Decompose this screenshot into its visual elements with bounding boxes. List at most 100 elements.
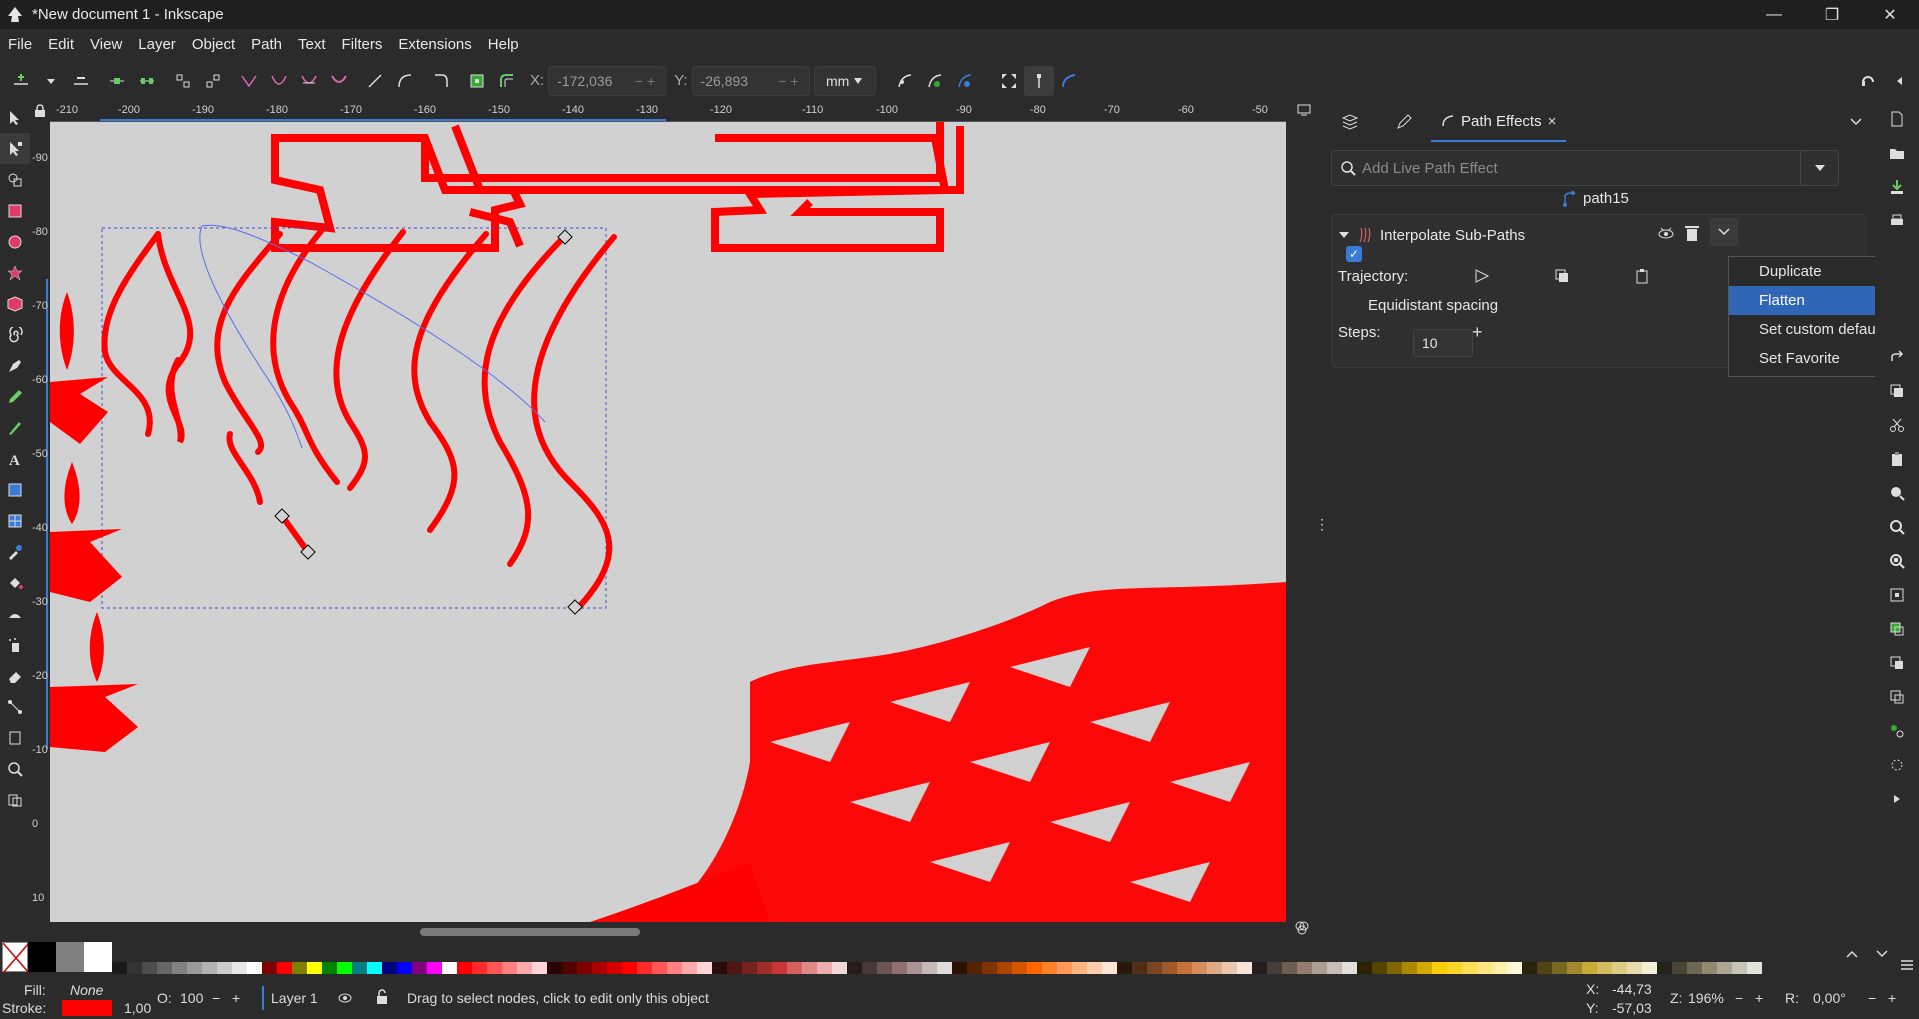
menu-path[interactable]: Path — [243, 36, 290, 53]
color-swatch[interactable] — [322, 962, 337, 974]
menu-file[interactable]: File — [0, 36, 40, 53]
color-swatch[interactable] — [922, 962, 937, 974]
color-swatch[interactable] — [787, 962, 802, 974]
color-swatch[interactable] — [1072, 962, 1087, 974]
ungroup-icon[interactable] — [1875, 748, 1919, 782]
color-swatch[interactable] — [502, 962, 517, 974]
color-swatch[interactable] — [157, 962, 172, 974]
color-swatch[interactable] — [1162, 962, 1177, 974]
color-swatch[interactable] — [262, 962, 277, 974]
color-swatch[interactable] — [187, 962, 202, 974]
paste-path-icon[interactable] — [1634, 268, 1650, 289]
color-swatch[interactable] — [127, 962, 142, 974]
color-swatch[interactable] — [1492, 962, 1507, 974]
menu-help[interactable]: Help — [480, 36, 527, 53]
clone-icon[interactable] — [1875, 646, 1919, 680]
pen-tool-icon[interactable] — [0, 350, 30, 381]
zoom-tool-icon[interactable] — [0, 753, 30, 784]
pencil-tool-icon[interactable] — [0, 381, 30, 412]
steps-input[interactable]: 10 — [1413, 329, 1473, 357]
color-swatch[interactable] — [307, 962, 322, 974]
color-swatch[interactable] — [1477, 962, 1492, 974]
zoom-selection-icon[interactable] — [1875, 476, 1919, 510]
effect-options-chevron-icon[interactable] — [1710, 218, 1738, 246]
color-swatch[interactable] — [1147, 962, 1162, 974]
unit-select[interactable]: mm — [813, 65, 876, 96]
opacity-increment-button[interactable]: + — [232, 990, 240, 1006]
curve-segment-icon[interactable] — [390, 66, 420, 96]
rotation-input[interactable]: 0,00° — [1813, 990, 1846, 1006]
close-button[interactable]: ✕ — [1861, 0, 1919, 29]
stroke-to-path-icon[interactable] — [462, 66, 492, 96]
color-swatch[interactable] — [1687, 962, 1702, 974]
color-swatch[interactable] — [982, 962, 997, 974]
swatch-white[interactable] — [84, 942, 112, 972]
color-swatch[interactable] — [742, 962, 757, 974]
color-swatch[interactable] — [1597, 962, 1612, 974]
color-swatch[interactable] — [457, 962, 472, 974]
auto-smooth-node-icon[interactable] — [324, 66, 354, 96]
object-to-path-icon[interactable] — [426, 66, 456, 96]
color-swatch[interactable] — [1657, 962, 1672, 974]
cusp-node-icon[interactable] — [234, 66, 264, 96]
ellipse-tool-icon[interactable] — [0, 226, 30, 257]
opacity-decrement-button[interactable]: − — [212, 990, 220, 1006]
symmetric-node-icon[interactable] — [294, 66, 324, 96]
color-swatch[interactable] — [337, 962, 352, 974]
no-paint-swatch[interactable] — [2, 942, 30, 974]
path-offset-icon[interactable] — [492, 66, 522, 96]
zoom-center-icon[interactable] — [1875, 578, 1919, 612]
drawing-artwork[interactable] — [50, 122, 1286, 922]
edit-clip-path-icon[interactable] — [920, 66, 950, 96]
edit-on-canvas-icon[interactable] — [1474, 268, 1490, 289]
rotation-decrement-button[interactable]: − — [1868, 990, 1876, 1006]
lock-guides-icon[interactable] — [34, 104, 46, 120]
color-swatch[interactable] — [937, 962, 952, 974]
color-swatch[interactable] — [112, 962, 127, 974]
menu-text[interactable]: Text — [290, 36, 334, 53]
expand-collapse-icon[interactable] — [1338, 229, 1350, 241]
color-swatch[interactable] — [577, 962, 592, 974]
group-icon[interactable] — [1875, 714, 1919, 748]
color-swatch[interactable] — [622, 962, 637, 974]
effect-list-dropdown-icon[interactable] — [1800, 151, 1838, 185]
color-swatch[interactable] — [1702, 962, 1717, 974]
color-swatch[interactable] — [1642, 962, 1657, 974]
menu-object[interactable]: Object — [184, 36, 243, 53]
pages-tool-icon[interactable] — [0, 722, 30, 753]
join-segment-icon[interactable] — [168, 66, 198, 96]
color-swatch[interactable] — [1297, 962, 1312, 974]
color-swatch[interactable] — [1117, 962, 1132, 974]
snap-toggle-icon[interactable] — [1853, 66, 1883, 96]
color-swatch[interactable] — [1282, 962, 1297, 974]
color-swatch[interactable] — [397, 962, 412, 974]
color-swatch[interactable] — [1207, 962, 1222, 974]
steps-increment-button[interactable]: + — [1472, 322, 1483, 343]
delete-node-icon[interactable] — [66, 66, 96, 96]
color-swatch[interactable] — [1132, 962, 1147, 974]
color-swatch[interactable] — [712, 962, 727, 974]
color-swatch[interactable] — [952, 962, 967, 974]
color-swatch[interactable] — [802, 962, 817, 974]
edit-mask-icon[interactable] — [950, 66, 980, 96]
color-swatch[interactable] — [592, 962, 607, 974]
unlink-clone-icon[interactable] — [1875, 680, 1919, 714]
color-swatch[interactable] — [217, 962, 232, 974]
color-swatch[interactable] — [892, 962, 907, 974]
color-swatch[interactable] — [1402, 962, 1417, 974]
color-swatch[interactable] — [532, 962, 547, 974]
horizontal-ruler[interactable]: -210 -200 -190 -180 -170 -160 -150 -140 … — [50, 102, 1286, 122]
smooth-node-icon[interactable] — [264, 66, 294, 96]
zoom-out-button[interactable]: − — [1735, 990, 1743, 1006]
copy-icon[interactable] — [1875, 374, 1919, 408]
color-swatch[interactable] — [967, 962, 982, 974]
color-swatch[interactable] — [1552, 962, 1567, 974]
color-swatch[interactable] — [1327, 962, 1342, 974]
swatch-gray[interactable] — [56, 942, 84, 972]
swatch-strip[interactable] — [112, 962, 1762, 974]
visibility-toggle-icon[interactable] — [1657, 224, 1675, 247]
color-swatch[interactable] — [907, 962, 922, 974]
color-swatch[interactable] — [1507, 962, 1522, 974]
color-swatch[interactable] — [172, 962, 187, 974]
color-swatch[interactable] — [547, 962, 562, 974]
